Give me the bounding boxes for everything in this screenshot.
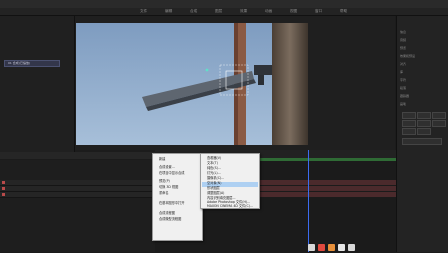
panel-paragraph-label[interactable]: 段落 — [400, 86, 406, 90]
layer-color-swatch — [2, 181, 5, 184]
panel-tracker-label[interactable]: 跟踪器 — [400, 94, 409, 98]
menu-item-preview[interactable]: 预览(P) — [159, 178, 170, 183]
menu-item-reveal-in-project[interactable]: 在项目中显示合成 — [159, 170, 185, 175]
tracker-apply-button[interactable] — [402, 138, 442, 145]
tray-icon[interactable] — [338, 244, 345, 251]
tray-icon[interactable] — [328, 244, 335, 251]
menu-item-help[interactable]: 帮助 — [340, 9, 347, 14]
taskbar-tray — [300, 243, 396, 252]
video-frame-image — [76, 23, 308, 145]
menu-item-comp-settings[interactable]: 合成设置... — [159, 164, 175, 169]
menu-item-edit[interactable]: 编辑 — [165, 9, 172, 14]
menu-item-window[interactable]: 窗口 — [315, 9, 322, 14]
menu-bar — [0, 8, 448, 16]
panel-align-label[interactable]: 对齐 — [400, 62, 406, 66]
context-menu: 新建 合成设置... 在项目中显示合成 预览(P) 切换 3D 视图 重命名 在… — [152, 153, 203, 241]
menu-item-animation[interactable]: 动画 — [265, 9, 272, 14]
panel-audio-label[interactable]: 音频 — [400, 38, 406, 42]
panel-info-label[interactable]: 信息 — [400, 30, 406, 34]
project-item-selected[interactable]: 01 合成(已缩放) — [4, 60, 60, 67]
tracker-button-7[interactable] — [402, 128, 416, 135]
video-frame[interactable] — [76, 23, 308, 145]
menu-item-open-essential-graphics[interactable]: 在基本图形中打开 — [159, 200, 185, 205]
menu-item-switch-3d-view[interactable]: 切换 3D 视图 — [159, 184, 178, 189]
menu-item-view[interactable]: 视图 — [290, 9, 297, 14]
submenu-item-cinema4d-file[interactable]: MAXON CINEMA 4D 文件(C)... — [207, 203, 253, 208]
window-title-bar — [0, 0, 448, 8]
menu-item-rename[interactable]: 重命名 — [159, 190, 169, 195]
menu-item-effect[interactable]: 效果 — [240, 9, 247, 14]
panel-effects-label[interactable]: 效果和预设 — [400, 54, 415, 58]
panel-library-label[interactable]: 库 — [400, 70, 403, 74]
menu-item-layer[interactable]: 图层 — [215, 9, 222, 14]
menu-item-mini-flowchart[interactable]: 合成微型流程图 — [159, 216, 181, 221]
layer-color-swatch — [2, 193, 5, 196]
tracker-button-3[interactable] — [432, 112, 446, 119]
tracker-button-2[interactable] — [417, 112, 431, 119]
menu-item-new[interactable]: 新建 — [159, 156, 165, 161]
tray-icon[interactable] — [318, 244, 325, 251]
panel-character-label[interactable]: 字符 — [400, 78, 406, 82]
layer-list — [0, 160, 155, 252]
new-submenu: 查看器(V) 文本(T) 纯色(S)... 灯光(L)... 摄像机(C)...… — [200, 153, 260, 209]
tracker-button-4[interactable] — [402, 120, 416, 127]
project-item-label: 01 合成(已缩放) — [8, 61, 31, 65]
panel-preview-label[interactable]: 预览 — [400, 46, 406, 50]
menu-item-flowchart[interactable]: 合成流程图 — [159, 210, 175, 215]
tracker-button-6[interactable] — [432, 120, 446, 127]
layer-row[interactable] — [0, 192, 155, 198]
tray-icon[interactable] — [348, 244, 355, 251]
playhead[interactable] — [308, 150, 309, 252]
project-panel — [0, 16, 75, 152]
tracker-button-1[interactable] — [402, 112, 416, 119]
right-panel: 信息 音频 预览 效果和预设 对齐 库 字符 段落 跟踪器 画笔 — [396, 16, 448, 252]
tray-icon[interactable] — [308, 244, 315, 251]
menu-item-composition[interactable]: 合成 — [190, 9, 197, 14]
layer-color-swatch — [2, 187, 5, 190]
menu-item-file[interactable]: 文件 — [140, 9, 147, 14]
tracker-button-5[interactable] — [417, 120, 431, 127]
panel-brush-label[interactable]: 画笔 — [400, 102, 406, 106]
tracker-button-8[interactable] — [417, 128, 431, 135]
